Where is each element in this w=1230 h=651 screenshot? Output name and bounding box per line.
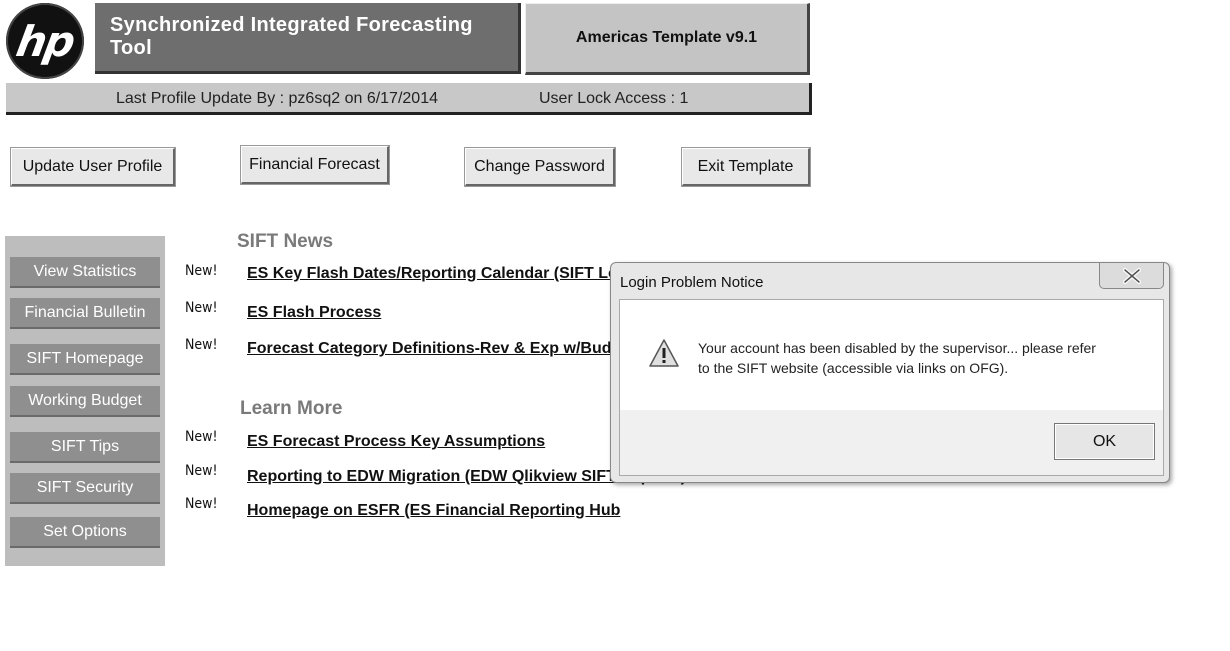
learn-link-esfr-homepage[interactable]: Homepage on ESFR (ES Financial Reporting… [247,502,620,520]
login-problem-dialog: Login Problem Notice Your account has be… [610,262,1170,483]
app-title: Synchronized Integrated Forecasting Tool [95,3,521,74]
dialog-message-line-1: Your account has been disabled by the su… [698,340,1096,356]
update-user-profile-button[interactable]: Update User Profile [11,148,175,186]
dialog-message-line-2: to the SIFT website (accessible via link… [698,360,1009,376]
dialog-message: Your account has been disabled by the su… [698,338,1138,378]
dialog-body: Your account has been disabled by the su… [619,299,1164,411]
sidebar-item-set-options[interactable]: Set Options [10,517,160,548]
learn-more-heading: Learn More [240,398,343,419]
new-badge: New! [185,429,218,445]
warning-icon [649,339,679,367]
new-badge: New! [185,337,218,353]
profile-status-bar: Last Profile Update By : pz6sq2 on 6/17/… [6,83,812,115]
ok-button[interactable]: OK [1054,423,1155,460]
close-button[interactable] [1099,263,1164,289]
dialog-title: Login Problem Notice [620,274,764,291]
sift-news-heading: SIFT News [237,231,334,252]
template-version: Americas Template v9.1 [525,3,810,75]
hp-logo: hp [6,3,84,79]
financial-forecast-button[interactable]: Financial Forecast [241,146,389,184]
news-link-forecast-categories[interactable]: Forecast Category Definitions-Rev & Exp … [247,340,636,358]
sidebar-item-sift-tips[interactable]: SIFT Tips [10,432,160,463]
user-lock-access: User Lock Access : 1 [539,90,689,107]
change-password-button[interactable]: Change Password [465,148,615,186]
sidebar-item-financial-bulletin[interactable]: Financial Bulletin [10,298,160,329]
close-icon [1122,267,1141,284]
learn-link-key-assumptions[interactable]: ES Forecast Process Key Assumptions [247,433,545,451]
logo-text: hp [12,17,78,66]
new-badge: New! [185,496,218,512]
news-link-flash-process[interactable]: ES Flash Process [247,304,381,322]
sidebar: View Statistics Financial Bulletin SIFT … [5,236,165,566]
last-profile-update: Last Profile Update By : pz6sq2 on 6/17/… [116,90,438,107]
new-badge: New! [185,263,218,279]
exit-template-button[interactable]: Exit Template [682,148,810,186]
new-badge: New! [185,463,218,479]
sidebar-item-sift-security[interactable]: SIFT Security [10,473,160,504]
dialog-footer: OK [619,410,1164,476]
sidebar-item-sift-homepage[interactable]: SIFT Homepage [10,344,160,375]
sidebar-item-working-budget[interactable]: Working Budget [10,386,160,417]
sidebar-item-view-statistics[interactable]: View Statistics [10,257,160,288]
new-badge: New! [185,300,218,316]
